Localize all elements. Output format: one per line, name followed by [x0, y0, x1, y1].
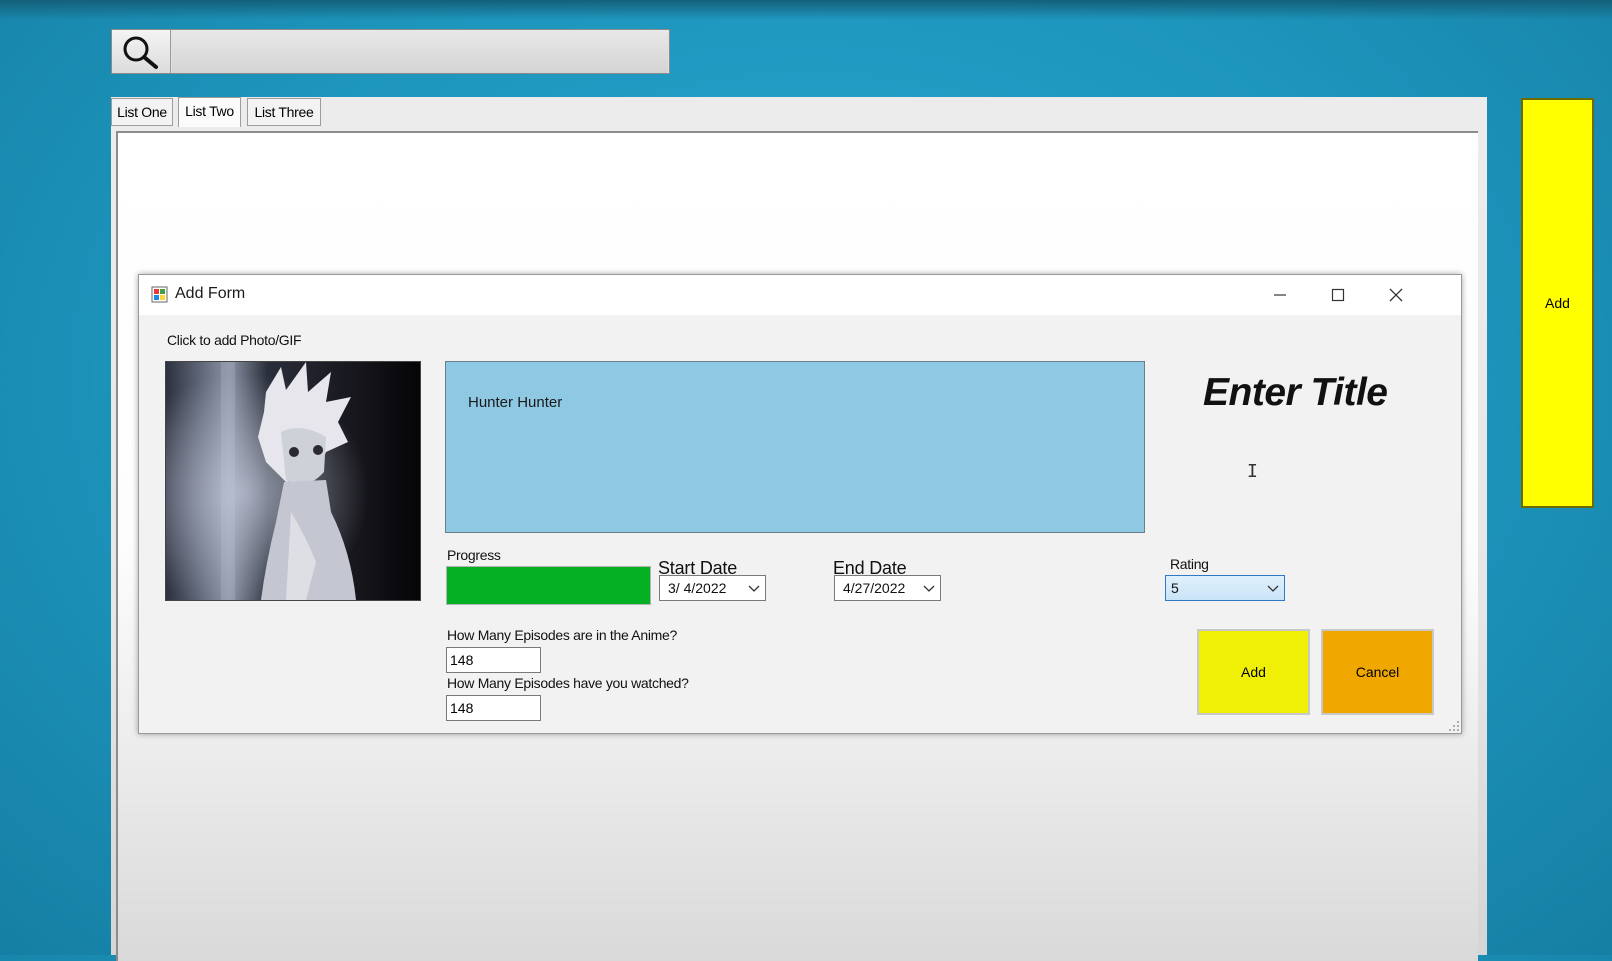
rating-value: 5	[1171, 580, 1179, 596]
start-date-value: 3/ 4/2022	[668, 580, 727, 596]
resize-grip-icon[interactable]	[1448, 720, 1460, 732]
minimize-icon	[1274, 294, 1286, 296]
maximize-icon	[1331, 288, 1345, 302]
search-bar	[111, 29, 670, 74]
add-button[interactable]: Add	[1197, 629, 1310, 715]
description-textbox[interactable]: Hunter Hunter	[445, 361, 1145, 533]
end-date-picker[interactable]: 4/27/2022	[834, 575, 941, 601]
episodes-total-label: How Many Episodes are in the Anime?	[447, 627, 677, 643]
episodes-watched-input[interactable]	[446, 695, 541, 721]
title-field[interactable]: Enter Title	[1203, 371, 1388, 415]
description-text: Hunter Hunter	[468, 394, 563, 411]
photo-label: Click to add Photo/GIF	[167, 332, 302, 348]
episodes-watched-label: How Many Episodes have you watched?	[447, 675, 689, 691]
minimize-button[interactable]	[1251, 275, 1309, 315]
progress-label: Progress	[447, 547, 501, 563]
close-button[interactable]	[1367, 275, 1425, 315]
chevron-down-icon	[1267, 585, 1279, 592]
tab-list-one[interactable]: List One	[111, 98, 173, 126]
dialog-title: Add Form	[175, 285, 246, 302]
chevron-down-icon	[923, 585, 935, 592]
end-date-value: 4/27/2022	[843, 580, 906, 596]
cancel-button[interactable]: Cancel	[1321, 629, 1434, 715]
tab-list-two[interactable]: List Two	[178, 97, 241, 127]
episodes-total-input[interactable]	[446, 647, 541, 673]
search-icon	[123, 36, 158, 69]
dialog-titlebar[interactable]: Add Form	[139, 275, 1461, 315]
anime-image	[166, 362, 420, 600]
search-input[interactable]	[172, 30, 668, 73]
side-add-button[interactable]: Add	[1521, 98, 1594, 508]
progress-fill	[447, 567, 650, 604]
background-band	[0, 0, 1612, 20]
rating-label: Rating	[1170, 556, 1209, 572]
close-icon	[1389, 288, 1403, 302]
search-button[interactable]	[112, 30, 171, 73]
add-form-dialog: Add Form Click to add Photo/GIF Hunter H…	[138, 274, 1462, 734]
app-icon	[151, 286, 168, 303]
chevron-down-icon	[748, 585, 760, 592]
photo-picture-box[interactable]	[165, 361, 421, 601]
progress-bar	[446, 566, 651, 605]
maximize-button[interactable]	[1309, 275, 1367, 315]
rating-dropdown[interactable]: 5	[1165, 575, 1285, 601]
text-cursor-icon: I	[1247, 461, 1258, 482]
start-date-picker[interactable]: 3/ 4/2022	[659, 575, 766, 601]
tab-list-three[interactable]: List Three	[247, 98, 321, 126]
